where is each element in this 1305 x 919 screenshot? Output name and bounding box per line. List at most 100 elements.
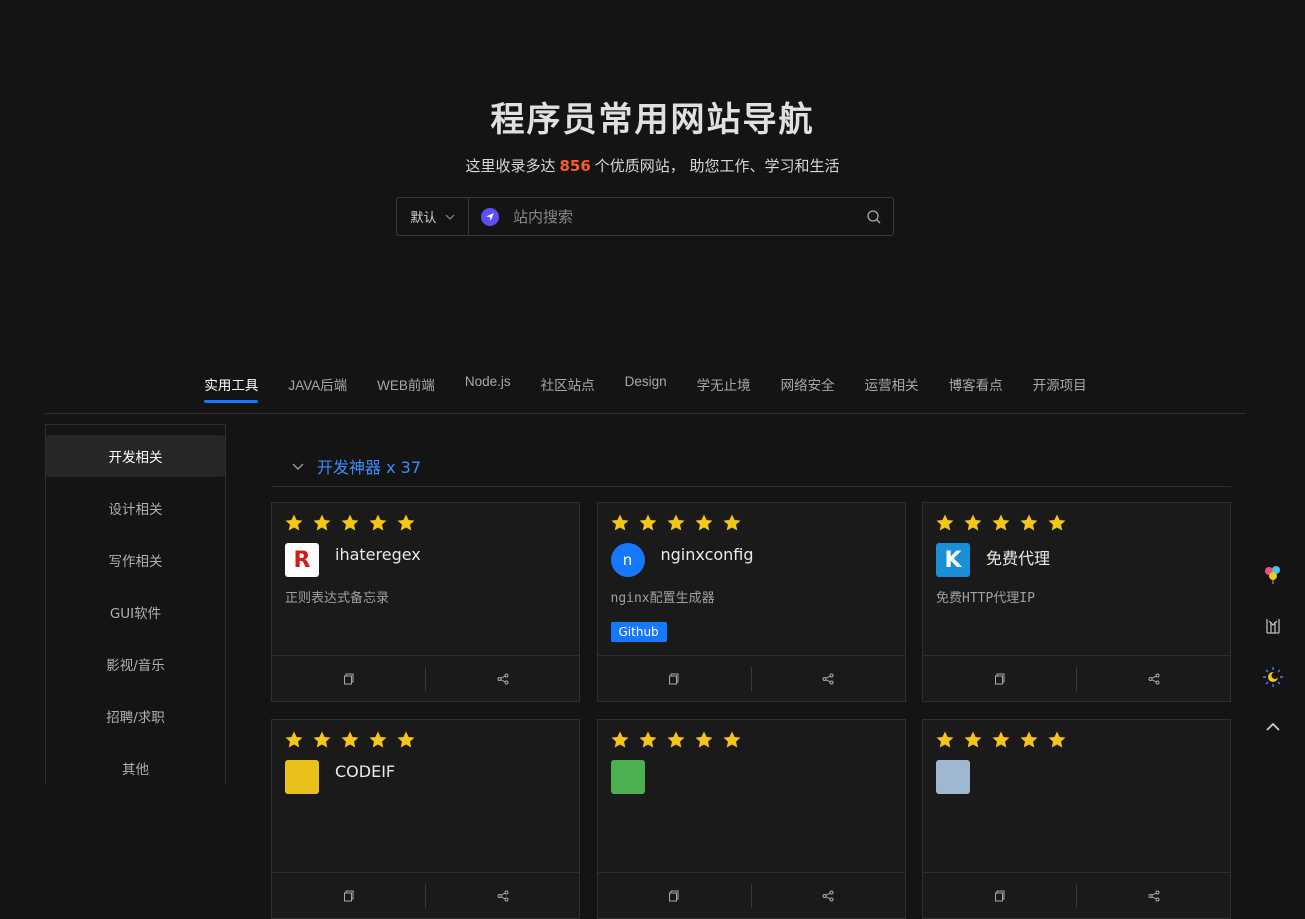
navigation-arrow-icon[interactable] (481, 207, 499, 226)
star-icon (285, 731, 303, 748)
star-icon (992, 731, 1010, 748)
subtitle-prefix: 这里收录多达 (465, 157, 556, 175)
star-icon (964, 514, 982, 531)
balloons-icon[interactable] (1262, 564, 1284, 586)
sidebar-item-dev[interactable]: 开发相关 (46, 435, 225, 477)
star-icon (611, 514, 628, 531)
share-button[interactable] (1076, 884, 1230, 908)
copy-button[interactable] (923, 884, 1076, 908)
sidebar-item-jobs[interactable]: 招聘/求职 (46, 695, 225, 737)
star-icon (285, 514, 303, 531)
rating-stars (610, 730, 742, 750)
tab-nodejs[interactable]: Node.js (450, 364, 526, 413)
star-icon (992, 514, 1010, 531)
site-name[interactable]: 免费代理 (986, 545, 1050, 569)
site-card[interactable]: n nginxconfig nginx配置生成器 Github (596, 502, 906, 702)
star-icon (1020, 514, 1038, 531)
star-icon (341, 731, 359, 748)
library-icon[interactable] (1262, 615, 1284, 637)
section-header[interactable]: 开发神器 x 37 (271, 445, 1231, 487)
copy-icon (669, 673, 679, 685)
copy-button[interactable] (272, 884, 425, 908)
site-card[interactable] (596, 719, 906, 919)
star-icon (611, 731, 628, 748)
star-icon (313, 731, 331, 748)
site-description: 免费HTTP代理IP (936, 591, 1035, 606)
sidebar-item-writing[interactable]: 写作相关 (46, 539, 225, 581)
tab-design[interactable]: Design (610, 364, 682, 413)
star-icon (964, 731, 982, 748)
tab-operations[interactable]: 运营相关 (850, 364, 934, 413)
star-icon (1048, 731, 1066, 748)
search-engine-select[interactable]: 默认 (397, 198, 469, 235)
page-title: 程序员常用网站导航 (490, 100, 815, 140)
search-engine-label: 默认 (410, 211, 437, 226)
star-icon (936, 731, 954, 748)
sidebar-item-gui[interactable]: GUI软件 (46, 591, 225, 633)
star-icon (695, 731, 712, 748)
sidebar-item-media[interactable]: 影视/音乐 (46, 643, 225, 685)
star-icon (369, 514, 387, 531)
tab-practical-tools[interactable]: 实用工具 (189, 364, 273, 413)
section-title: 开发神器 x 37 (317, 457, 422, 477)
site-tag[interactable]: Github (610, 622, 667, 642)
site-card[interactable]: Rihateregex 正则表达式备忘录 (271, 502, 580, 702)
copy-icon (343, 673, 353, 685)
copy-button[interactable] (272, 667, 425, 691)
category-tabs: 实用工具 JAVA后端 WEB前端 Node.js 社区站点 Design 学无… (45, 364, 1246, 414)
site-name[interactable]: ihateregex (335, 545, 421, 564)
site-logo (610, 760, 645, 794)
card-actions (272, 872, 579, 919)
site-logo (285, 760, 319, 794)
site-name[interactable]: nginxconfig (661, 545, 754, 564)
copy-icon (994, 673, 1004, 685)
share-button[interactable] (425, 667, 579, 691)
site-count: 856 (559, 157, 591, 175)
share-button[interactable] (1076, 667, 1230, 691)
theme-sun-moon-icon[interactable] (1262, 666, 1284, 688)
sidebar-item-other[interactable]: 其他 (46, 747, 225, 789)
share-icon (497, 890, 508, 902)
card-actions (597, 872, 905, 919)
tab-learning[interactable]: 学无止境 (682, 364, 766, 413)
back-to-top-icon[interactable] (1262, 716, 1284, 738)
tab-security[interactable]: 网络安全 (766, 364, 850, 413)
star-icon (397, 731, 415, 748)
copy-button[interactable] (923, 667, 1076, 691)
tab-java-backend[interactable]: JAVA后端 (273, 364, 362, 413)
copy-button[interactable] (598, 667, 751, 691)
share-icon (822, 890, 834, 902)
site-logo (936, 760, 970, 794)
sidebar-item-design[interactable]: 设计相关 (46, 487, 225, 529)
site-name[interactable]: CODEIF (335, 762, 395, 781)
card-actions (272, 655, 579, 702)
rating-stars (284, 513, 416, 533)
search-button[interactable] (855, 209, 893, 225)
rating-stars (935, 730, 1067, 750)
chevron-down-icon[interactable] (291, 459, 305, 473)
share-icon (1148, 890, 1159, 902)
copy-icon (343, 890, 353, 902)
card-actions (597, 655, 905, 702)
copy-button[interactable] (598, 884, 751, 908)
site-description: nginx配置生成器 (610, 591, 715, 606)
tab-blogs[interactable]: 博客看点 (934, 364, 1018, 413)
rating-stars (935, 513, 1067, 533)
share-button[interactable] (425, 884, 579, 908)
site-logo: K (936, 543, 970, 577)
site-card[interactable]: CODEIF (271, 719, 580, 919)
share-icon (822, 673, 834, 685)
search-input[interactable] (499, 206, 855, 227)
share-icon (1148, 673, 1159, 685)
tab-open-source[interactable]: 开源项目 (1018, 364, 1102, 413)
tab-community[interactable]: 社区站点 (526, 364, 610, 413)
share-button[interactable] (750, 667, 905, 691)
tab-web-frontend[interactable]: WEB前端 (362, 364, 450, 413)
site-card[interactable] (922, 719, 1231, 919)
site-logo: n (610, 543, 645, 577)
star-icon (723, 731, 740, 748)
share-button[interactable] (750, 884, 905, 908)
site-card[interactable]: K 免费代理免费HTTP代理IP (922, 502, 1231, 702)
star-icon (695, 514, 712, 531)
star-icon (667, 514, 684, 531)
